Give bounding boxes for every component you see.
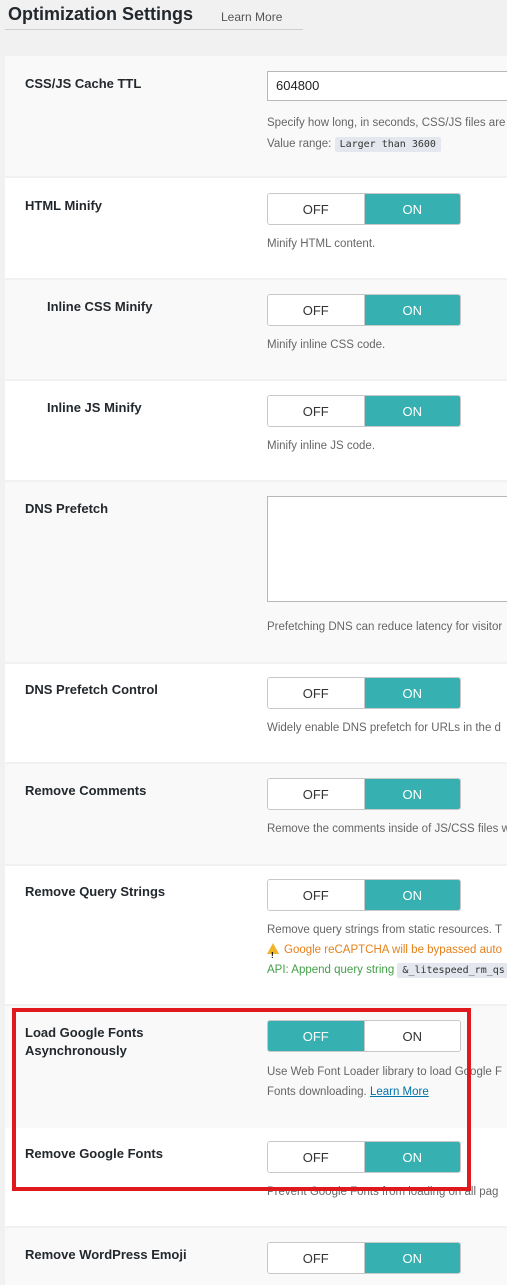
header-divider	[5, 29, 303, 30]
cache-ttl-input[interactable]: 604800	[267, 71, 507, 101]
setting-description: Prefetching DNS can reduce latency for v…	[267, 621, 503, 633]
warning-text: Google reCAPTCHA will be bypassed auto	[284, 944, 502, 956]
html-minify-toggle[interactable]: OFF ON	[267, 193, 461, 225]
setting-description: Widely enable DNS prefetch for URLs in t…	[267, 722, 501, 734]
setting-description: Specify how long, in seconds, CSS/JS fil…	[267, 117, 506, 129]
toggle-off[interactable]: OFF	[268, 1243, 365, 1273]
toggle-on[interactable]: ON	[364, 880, 460, 910]
warning-icon: !	[267, 943, 279, 960]
api-code: &_litespeed_rm_qs	[397, 963, 507, 978]
api-note: API: Append query string &_litespeed_rm_…	[267, 960, 507, 981]
dns-prefetch-control-toggle[interactable]: OFF ON	[267, 677, 461, 709]
dns-prefetch-textarea[interactable]	[267, 496, 507, 602]
setting-label: Inline JS Minify	[47, 400, 142, 415]
highlight-box	[12, 1008, 471, 1191]
setting-description: Minify inline CSS code.	[267, 339, 386, 351]
toggle-on[interactable]: ON	[364, 779, 460, 809]
setting-row-html-minify: HTML Minify OFF ON Minify HTML content.	[5, 178, 507, 278]
toggle-on[interactable]: ON	[364, 295, 460, 325]
inline-js-minify-toggle[interactable]: OFF ON	[267, 395, 461, 427]
setting-row-remove-comments: Remove Comments OFF ON Remove the commen…	[5, 764, 507, 864]
setting-label: HTML Minify	[25, 198, 103, 213]
inline-css-minify-toggle[interactable]: OFF ON	[267, 294, 461, 326]
setting-description: Minify inline JS code.	[267, 440, 376, 452]
page-title: Optimization Settings	[8, 4, 194, 24]
toggle-off[interactable]: OFF	[268, 880, 365, 910]
setting-label: Remove Query Strings	[25, 884, 166, 899]
setting-label: Remove Comments	[25, 783, 147, 798]
remove-emoji-toggle[interactable]: OFF ON	[267, 1242, 461, 1274]
toggle-on[interactable]: ON	[364, 678, 460, 708]
setting-label: CSS/JS Cache TTL	[25, 76, 142, 91]
toggle-off[interactable]: OFF	[268, 678, 365, 708]
setting-description: Remove the comments inside of JS/CSS fil…	[267, 823, 507, 835]
setting-label: DNS Prefetch Control	[25, 682, 158, 697]
toggle-on[interactable]: ON	[364, 194, 460, 224]
toggle-off[interactable]: OFF	[268, 779, 365, 809]
setting-row-inline-js-minify: Inline JS Minify OFF ON Minify inline JS…	[5, 381, 507, 480]
toggle-on[interactable]: ON	[364, 396, 460, 426]
setting-description: Minify HTML content.	[267, 238, 376, 250]
toggle-off[interactable]: OFF	[268, 194, 365, 224]
setting-row-dns-prefetch-control: DNS Prefetch Control OFF ON Widely enabl…	[5, 664, 507, 762]
remove-query-strings-toggle[interactable]: OFF ON	[267, 879, 461, 911]
value-range-code: Larger than 3600	[334, 137, 441, 152]
setting-row-remove-emoji: Remove WordPress Emoji OFF ON	[5, 1228, 507, 1285]
learn-more-link[interactable]: Learn More	[221, 10, 282, 24]
toggle-off[interactable]: OFF	[268, 295, 365, 325]
value-range: Value range: Larger than 3600	[267, 134, 441, 155]
value-range-label: Value range:	[267, 138, 332, 150]
setting-row-cache-ttl: CSS/JS Cache TTL 604800 Specify how long…	[5, 56, 507, 176]
toggle-off[interactable]: OFF	[268, 396, 365, 426]
toggle-on[interactable]: ON	[364, 1243, 460, 1273]
recaptcha-warning: ! Google reCAPTCHA will be bypassed auto	[267, 940, 502, 961]
api-label: API: Append query string	[267, 964, 395, 976]
setting-description: Remove query strings from static resourc…	[267, 924, 502, 936]
setting-row-dns-prefetch: DNS Prefetch Prefetching DNS can reduce …	[5, 482, 507, 662]
setting-label: Inline CSS Minify	[47, 299, 153, 314]
setting-label: DNS Prefetch	[25, 501, 109, 516]
setting-label: Remove WordPress Emoji	[25, 1247, 187, 1262]
page-header: Optimization Settings Learn More	[0, 0, 507, 40]
setting-row-remove-query-strings: Remove Query Strings OFF ON Remove query…	[5, 866, 507, 1004]
setting-row-inline-css-minify: Inline CSS Minify OFF ON Minify inline C…	[5, 280, 507, 379]
remove-comments-toggle[interactable]: OFF ON	[267, 778, 461, 810]
